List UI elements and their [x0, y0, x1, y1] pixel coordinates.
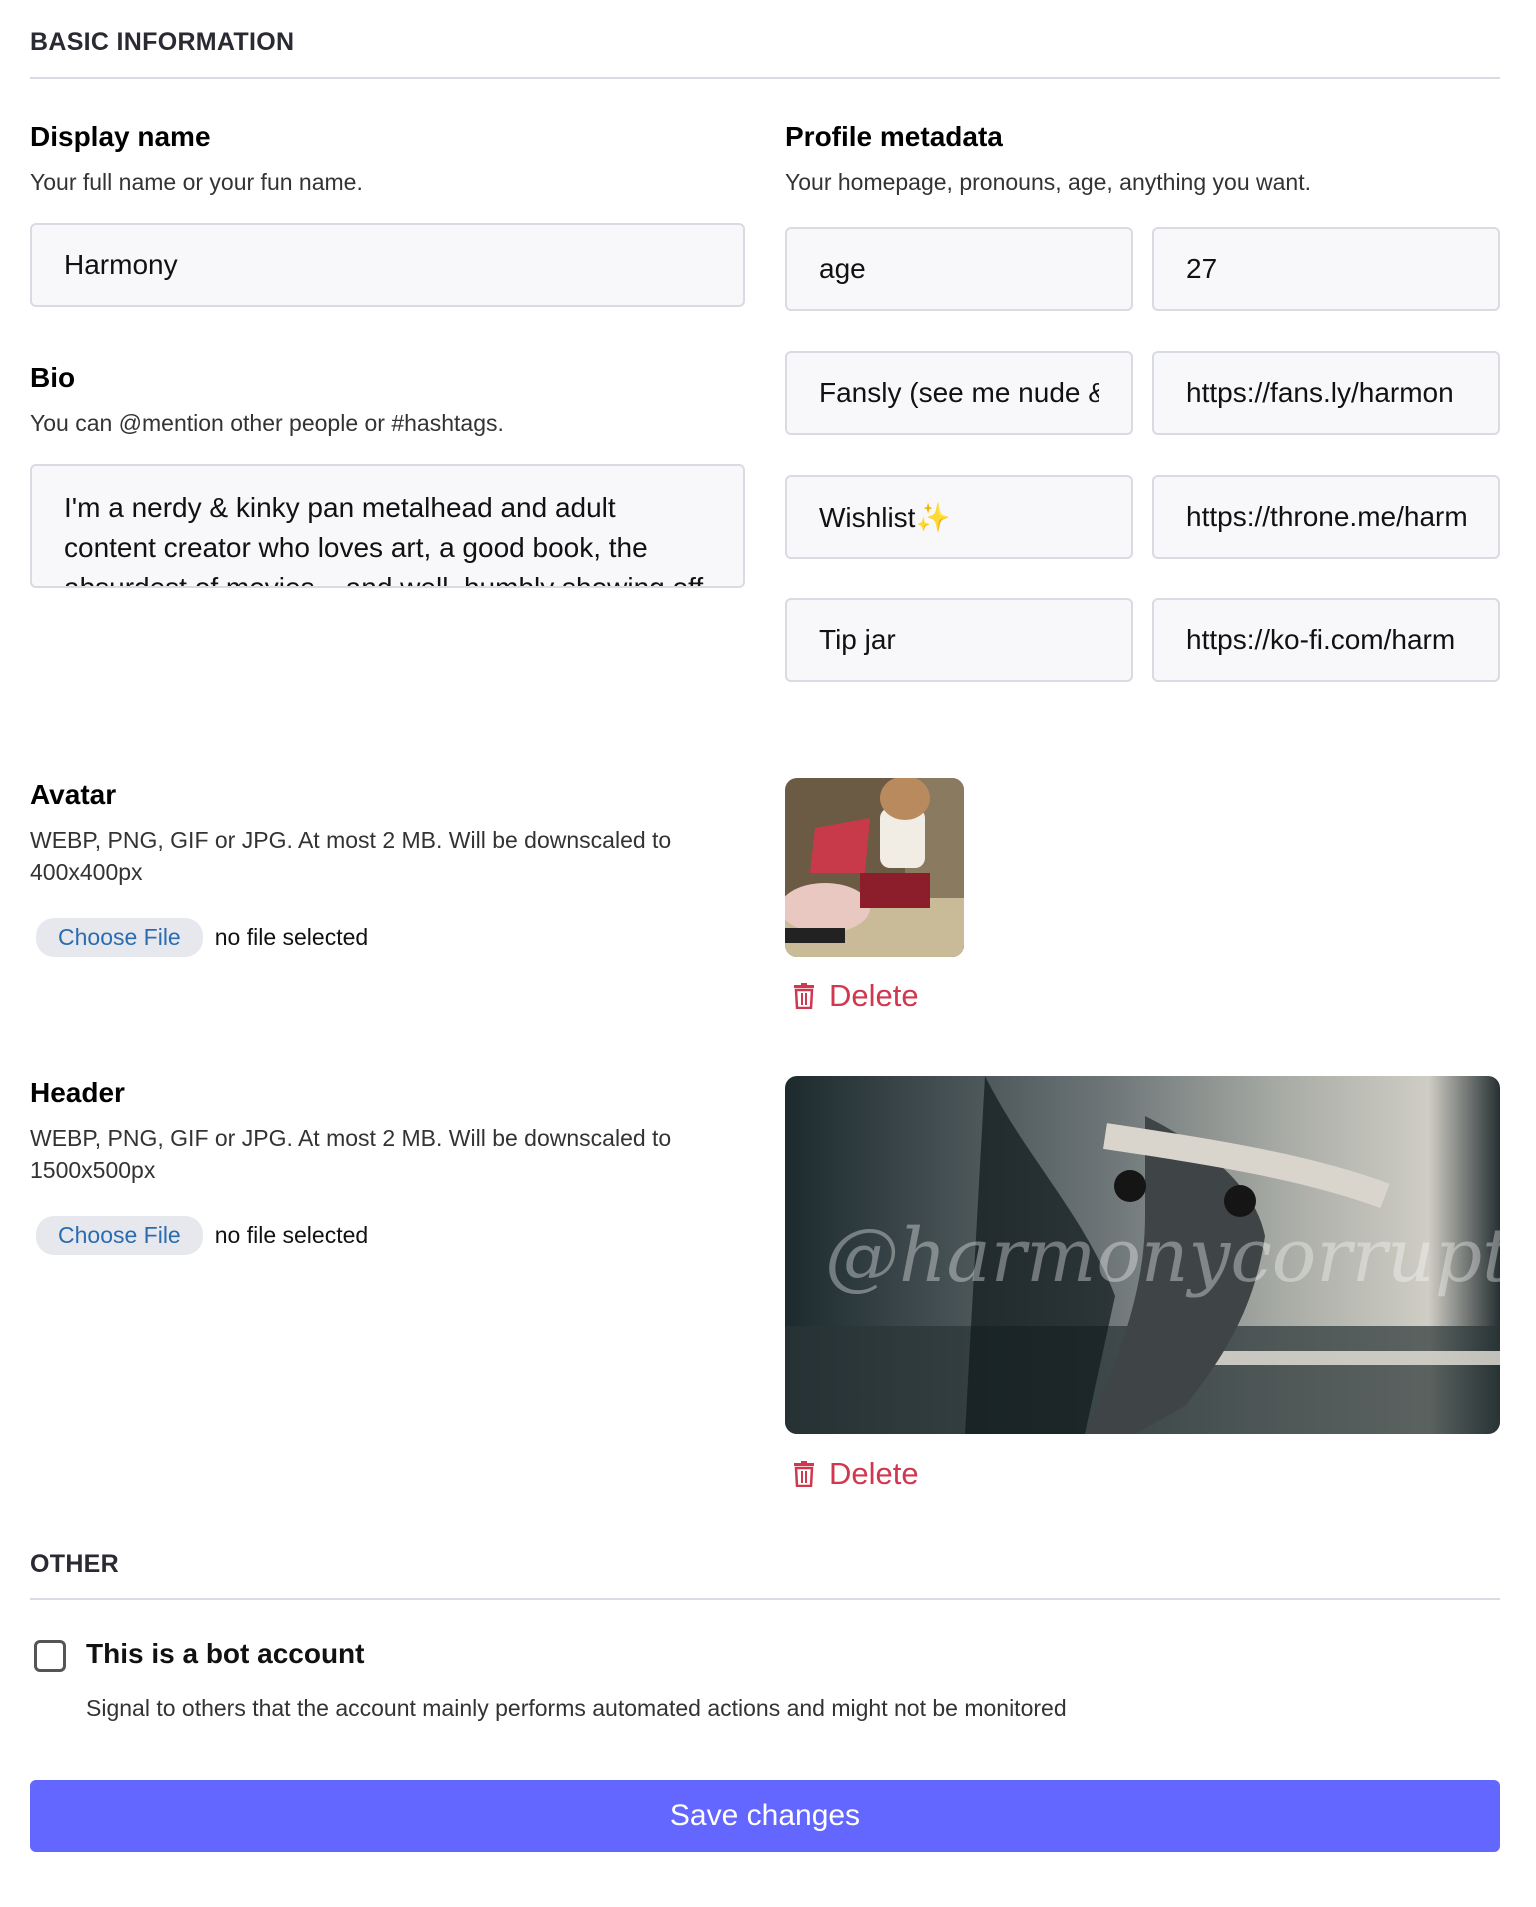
header-file-status: no file selected: [214, 1222, 369, 1248]
avatar-file-picker: Choose File no file selected: [36, 918, 368, 957]
bio-textarea[interactable]: I'm a nerdy & kinky pan metalhead and ad…: [30, 464, 745, 588]
metadata-value-input[interactable]: [1152, 475, 1500, 559]
avatar-file-status: no file selected: [214, 924, 369, 950]
header-hint: WEBP, PNG, GIF or JPG. At most 2 MB. Wil…: [30, 1125, 672, 1183]
avatar-delete-label: Delete: [829, 978, 919, 1013]
display-name-input[interactable]: [30, 223, 745, 307]
header-delete-label: Delete: [829, 1456, 919, 1491]
avatar-hint: WEBP, PNG, GIF or JPG. At most 2 MB. Wil…: [30, 827, 672, 885]
header-choose-file-button[interactable]: Choose File: [36, 1216, 203, 1255]
bio-hint: You can @mention other people or #hashta…: [30, 410, 504, 436]
header-watermark: @harmonycorrupted: [825, 1213, 1500, 1299]
section-title-other: OTHER: [30, 1550, 119, 1578]
trash-icon: [794, 983, 814, 1009]
avatar-preview: [785, 778, 964, 957]
avatar-choose-file-button[interactable]: Choose File: [36, 918, 203, 957]
trash-icon: [794, 1461, 814, 1487]
metadata-hint: Your homepage, pronouns, age, anything y…: [785, 169, 1311, 195]
bot-account-checkbox[interactable]: [34, 1640, 66, 1672]
section-title-basic: BASIC INFORMATION: [30, 28, 295, 56]
section-divider: [30, 1598, 1500, 1600]
metadata-name-input[interactable]: [785, 351, 1133, 435]
bio-label: Bio: [30, 362, 76, 393]
avatar-label: Avatar: [30, 779, 117, 810]
metadata-name-input[interactable]: [785, 475, 1133, 559]
header-preview: @harmonycorrupted: [785, 1076, 1500, 1434]
section-divider: [30, 77, 1500, 79]
header-file-picker: Choose File no file selected: [36, 1216, 368, 1255]
display-name-label: Display name: [30, 121, 211, 152]
metadata-value-input[interactable]: [1152, 598, 1500, 682]
save-changes-button[interactable]: Save changes: [30, 1780, 1500, 1852]
metadata-name-input[interactable]: [785, 227, 1133, 311]
header-delete-button[interactable]: Delete: [793, 1456, 919, 1492]
display-name-hint: Your full name or your fun name.: [30, 169, 363, 195]
bot-account-label[interactable]: This is a bot account: [86, 1638, 364, 1670]
metadata-label: Profile metadata: [785, 121, 1003, 152]
header-label: Header: [30, 1077, 125, 1108]
metadata-value-input[interactable]: [1152, 227, 1500, 311]
metadata-name-input[interactable]: [785, 598, 1133, 682]
bot-account-hint: Signal to others that the account mainly…: [86, 1695, 1067, 1721]
avatar-delete-button[interactable]: Delete: [793, 978, 919, 1014]
metadata-value-input[interactable]: [1152, 351, 1500, 435]
